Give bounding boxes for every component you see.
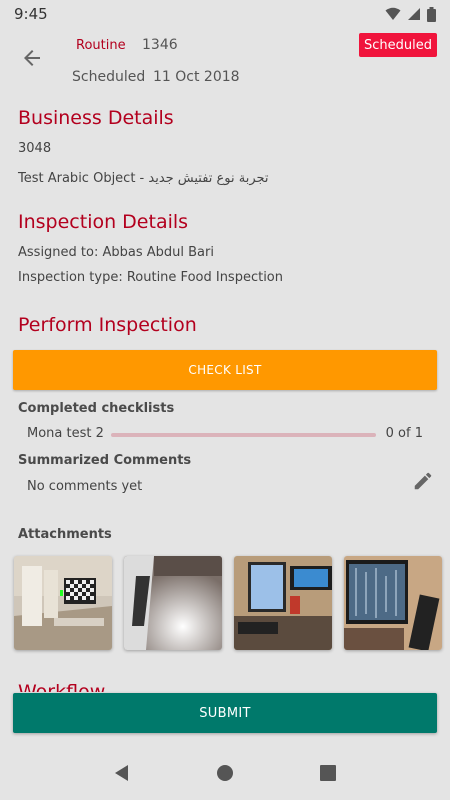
- attachment-thumbnail-monitor[interactable]: [344, 556, 442, 650]
- status-badge: Scheduled: [359, 33, 437, 57]
- signal-icon: [408, 8, 420, 20]
- clock: 9:45: [14, 5, 48, 23]
- status-bar: 9:45: [0, 0, 450, 28]
- checklist-progress-row[interactable]: Mona test 2 0 of 1: [27, 426, 427, 444]
- edit-comments-button[interactable]: [410, 468, 436, 494]
- square-recents-icon: [320, 765, 337, 781]
- workflow-title: Workflow: [18, 681, 106, 692]
- back-button[interactable]: [16, 42, 48, 74]
- monitor-photo-image: [344, 556, 442, 650]
- attachment-thumbnail-surface[interactable]: [124, 556, 222, 650]
- checklist-name: Mona test 2: [27, 426, 104, 441]
- attachments-label: Attachments: [18, 527, 112, 542]
- assigned-to: Assigned to: Abbas Abdul Bari: [18, 245, 214, 260]
- status-label: Scheduled: [72, 69, 146, 85]
- inspection-header: Routine 1346 Scheduled 11 Oct 2018 Sched…: [0, 28, 450, 100]
- business-details-title: Business Details: [18, 107, 174, 129]
- arrow-back-icon: [24, 50, 40, 66]
- attachment-thumbnail-desk[interactable]: [234, 556, 332, 650]
- pencil-icon: [414, 472, 432, 490]
- completed-checklists-label: Completed checklists: [18, 401, 175, 416]
- business-id: 3048: [18, 141, 52, 156]
- room-photo-image: [14, 556, 112, 650]
- triangle-back-icon: [114, 765, 128, 781]
- surface-photo-image: [124, 556, 222, 650]
- attachment-thumbnail-room[interactable]: [14, 556, 112, 650]
- perform-inspection-title: Perform Inspection: [18, 314, 197, 336]
- checklist-progress-bar: [111, 433, 376, 437]
- summarized-comments-label: Summarized Comments: [18, 453, 192, 468]
- attachments-gallery: [14, 556, 444, 650]
- circle-home-icon: [216, 765, 233, 781]
- business-name: Test Arabic Object - تجربة نوع تفتيش جدي…: [18, 171, 269, 186]
- nav-home-button[interactable]: [205, 753, 245, 793]
- inspection-details-title: Inspection Details: [18, 211, 189, 233]
- battery-icon: [427, 6, 436, 22]
- inspection-number: 1346: [142, 37, 178, 53]
- desk-photo-image: [234, 556, 332, 650]
- wifi-icon: [385, 7, 401, 20]
- checklist-button[interactable]: CHECK LIST: [13, 350, 437, 390]
- submit-button[interactable]: SUBMIT: [13, 693, 437, 733]
- nav-recents-button[interactable]: [308, 753, 348, 793]
- status-icons: [385, 6, 436, 22]
- comments-text: No comments yet: [27, 479, 143, 494]
- scheduled-date: 11 Oct 2018: [153, 69, 240, 85]
- checklist-count: 0 of 1: [385, 426, 423, 441]
- nav-back-button[interactable]: [102, 753, 142, 793]
- inspection-type-text: Inspection type: Routine Food Inspection: [18, 270, 284, 285]
- inspection-type: Routine: [76, 38, 126, 53]
- system-nav-bar: [0, 746, 450, 800]
